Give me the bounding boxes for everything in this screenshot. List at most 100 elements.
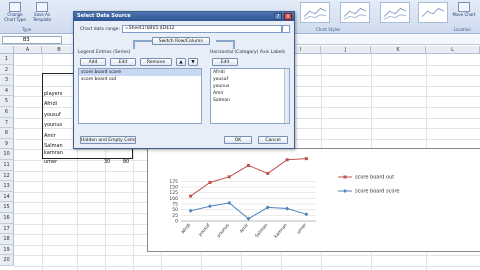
table-cell-name[interactable]: Afridi [44, 101, 57, 107]
save-template-icon [36, 2, 48, 12]
switch-row-column-button[interactable]: Switch Row/Column [152, 37, 210, 45]
row-header[interactable]: 20 [0, 255, 14, 266]
row-header[interactable]: 8 [0, 128, 14, 139]
category-item[interactable]: Amir [211, 90, 289, 97]
y-tick-label: 25 [172, 213, 178, 219]
category-item[interactable]: younus [211, 83, 289, 90]
series-item-score[interactable]: score board score [79, 69, 201, 76]
row-header[interactable]: 12 [0, 170, 14, 182]
chart-styles-group-label: Chart Styles [316, 27, 341, 32]
name-box[interactable]: B3 [2, 36, 62, 44]
data-point-square [189, 194, 193, 198]
line-chart[interactable]: 0 25 50 75 100 125 150 175 Afridi yousuf younus Ami… [147, 148, 480, 252]
table-cell-name[interactable]: yousuf [44, 112, 61, 118]
y-tick-label: 0 [175, 219, 178, 225]
legend-marker [343, 175, 347, 179]
data-point-square [266, 171, 270, 175]
table-cell-name[interactable]: Amir [44, 133, 56, 139]
data-point-square [208, 180, 212, 184]
data-point-square [227, 175, 231, 179]
save-as-template-button[interactable]: Save As Template [30, 2, 54, 26]
row-header[interactable]: 9 [0, 138, 14, 150]
legend-entries-label: Legend Entries (Series) [78, 50, 131, 55]
change-chart-type-button[interactable]: Change Chart Type [3, 2, 27, 26]
row-header[interactable]: 2 [0, 64, 14, 76]
row-header[interactable]: 11 [0, 160, 14, 171]
row-header[interactable]: 18 [0, 234, 14, 245]
select-all-corner[interactable] [0, 46, 14, 54]
close-button[interactable]: X [284, 13, 292, 20]
col-header-a[interactable]: A [14, 46, 42, 54]
help-button[interactable]: ? [274, 13, 282, 20]
series-item-out[interactable]: score board out [79, 76, 201, 83]
legend-label: score board score [355, 189, 400, 195]
row-header[interactable]: 14 [0, 191, 14, 203]
ok-button[interactable]: OK [224, 136, 252, 144]
table-cell-value[interactable]: 80 [123, 159, 129, 165]
chart-style-thumb-1[interactable] [300, 2, 330, 23]
add-series-button[interactable]: Add [80, 58, 106, 66]
row-header[interactable]: 3 [0, 75, 14, 86]
table-cell-name[interactable]: Salman [44, 143, 63, 149]
y-tick-label: 75 [172, 202, 178, 208]
row-header[interactable]: 7 [0, 117, 14, 129]
row-header[interactable]: 19 [0, 244, 14, 256]
y-tick-label: 100 [169, 196, 178, 202]
series-list: score board score score board out [78, 68, 202, 124]
row-header[interactable]: 5 [0, 96, 14, 107]
chart-range-input[interactable]: =Sheet1!$B$5:$D$12 [122, 25, 282, 33]
data-point-diamond [285, 206, 290, 211]
row-header[interactable]: 6 [0, 107, 14, 118]
table-cell-name[interactable]: umer [44, 159, 57, 165]
chart-style-thumb-2[interactable] [340, 2, 370, 23]
legend-label: score board out [355, 175, 394, 181]
remove-series-button[interactable]: Remove [140, 58, 172, 66]
location-group-label: Location [454, 27, 471, 32]
row-header[interactable]: 4 [0, 85, 14, 97]
edit-series-button[interactable]: Edit [110, 58, 136, 66]
y-tick-label: 175 [169, 179, 178, 185]
table-cell-value[interactable]: 30 [104, 159, 110, 165]
hidden-empty-cells-button[interactable]: Hidden and Empty Cells [80, 136, 136, 144]
y-tick-label: 150 [169, 185, 178, 191]
category-scrollbar[interactable] [284, 69, 289, 123]
data-point-diamond [188, 208, 193, 213]
chart-svg: 0255075100125150175 Afridi yousuf younus Ami… [169, 157, 400, 239]
row-header[interactable]: 16 [0, 213, 14, 224]
category-item[interactable]: Salman [211, 97, 289, 104]
row-header[interactable]: 13 [0, 181, 14, 192]
y-tick-label: 125 [169, 190, 178, 196]
move-down-icon[interactable]: ▼ [188, 58, 198, 66]
table-cell-name[interactable]: kamran [44, 150, 63, 156]
move-up-icon[interactable]: ▲ [176, 58, 186, 66]
row-header[interactable]: 1 [0, 54, 14, 65]
col-header-k[interactable]: K [371, 46, 426, 54]
select-data-source-dialog: Select Data Source ? X Chart data range:… [73, 11, 295, 149]
chart-style-thumb-4[interactable] [418, 2, 448, 23]
table-header-cell[interactable]: players [44, 91, 62, 97]
category-item[interactable]: yousuf [211, 76, 289, 83]
table-cell-name[interactable]: younus [44, 122, 62, 128]
collapse-dialog-icon[interactable] [282, 25, 290, 33]
col-header-j[interactable]: J [321, 46, 371, 54]
chart-style-thumb-3[interactable] [380, 2, 410, 23]
dialog-body: Chart data range: =Sheet1!$B$5:$D$12 Swi… [74, 21, 294, 148]
col-header-b[interactable]: B [42, 46, 77, 54]
category-list: Afridi yousuf younus Amir Salman [210, 68, 290, 124]
chart-range-label: Chart data range: [80, 27, 120, 32]
data-point-square [247, 163, 250, 167]
axis-labels-label: Horizontal (Category) Axis Labels [210, 50, 286, 55]
series-line [190, 202, 307, 220]
col-header-l[interactable]: L [426, 46, 480, 54]
row-header[interactable]: 17 [0, 223, 14, 235]
edit-axis-labels-button[interactable]: Edit [212, 58, 238, 66]
x-tick-label: kamran [273, 222, 289, 239]
row-header[interactable]: 10 [0, 149, 14, 160]
gridline [14, 266, 480, 267]
move-chart-icon [458, 2, 470, 12]
x-tick-label: umer [296, 222, 308, 235]
category-item[interactable]: Afridi [211, 69, 289, 76]
row-header[interactable]: 15 [0, 202, 14, 213]
move-chart-button[interactable]: Move Chart [452, 2, 476, 26]
cancel-button[interactable]: Cancel [258, 136, 288, 144]
